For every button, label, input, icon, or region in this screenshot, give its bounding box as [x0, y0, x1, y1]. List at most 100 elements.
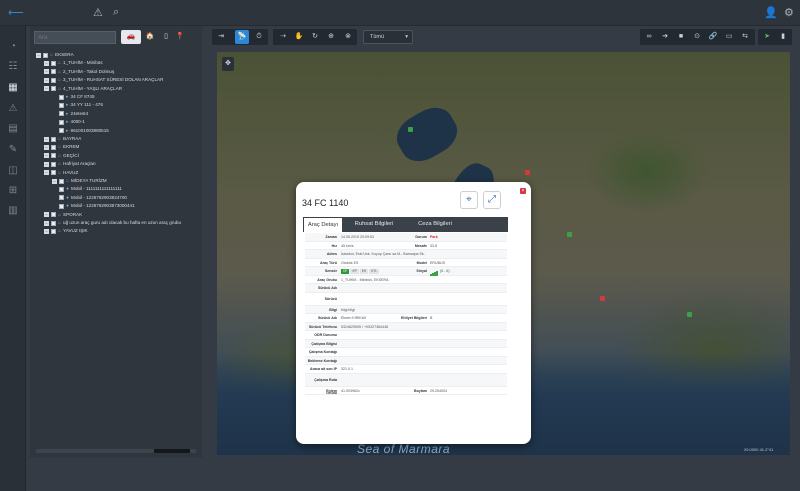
tree-checkbox[interactable]: [51, 86, 56, 92]
vehicle-filter-dropdown[interactable]: Tümü ▾: [363, 30, 413, 44]
vehicle-marker[interactable]: [687, 312, 692, 317]
tree-item[interactable]: − ⌂ Hafriyat Araçları: [44, 160, 96, 168]
tree-item[interactable]: − ⌂ 1_TUHİM - Minibüs: [44, 59, 103, 67]
tree-checkbox[interactable]: [51, 212, 56, 218]
tree-checkbox[interactable]: [51, 153, 56, 159]
link-button[interactable]: ∞: [642, 30, 656, 44]
share-link-button[interactable]: 🔗: [706, 30, 720, 44]
expand-toggle-icon[interactable]: −: [44, 220, 49, 226]
tree-checkbox[interactable]: [59, 119, 64, 125]
expand-toggle-icon[interactable]: −: [44, 77, 49, 83]
tree-checkbox[interactable]: [59, 128, 64, 134]
filter-location-button[interactable]: 📍: [170, 30, 190, 44]
tree-item[interactable]: ● Mobil - 1226782903824700: [52, 194, 127, 202]
route-tool-button[interactable]: ⇢: [276, 30, 290, 44]
swap-button[interactable]: ⇆: [738, 30, 752, 44]
live-tracking-button[interactable]: 📡: [235, 30, 249, 44]
expand-toggle-icon[interactable]: −: [44, 144, 49, 150]
pan-hand-button[interactable]: ✋: [292, 30, 306, 44]
expand-toggle-icon[interactable]: −: [44, 60, 49, 66]
tree-checkbox[interactable]: [51, 77, 56, 83]
tree-item[interactable]: ▸ 34 YY 111 - 476: [52, 101, 103, 109]
expand-toggle-icon[interactable]: −: [44, 69, 49, 75]
zone-add-button[interactable]: ⊕: [324, 30, 338, 44]
tree-item[interactable]: − ⌂ YAVUZ IŞIK: [44, 227, 88, 235]
back-arrow-icon[interactable]: ⟵: [8, 6, 24, 19]
tree-checkbox[interactable]: [43, 52, 48, 58]
tree-checkbox[interactable]: [51, 161, 56, 167]
direction-button[interactable]: ➔: [658, 30, 672, 44]
tree-item[interactable]: ▸ 24etest4: [52, 110, 88, 118]
expand-toggle-icon[interactable]: −: [44, 228, 49, 234]
tree-checkbox[interactable]: [59, 186, 64, 192]
filter-car-button[interactable]: 🚗: [121, 30, 141, 44]
fullscreen-button[interactable]: ▮: [776, 30, 790, 44]
grid-icon[interactable]: ⊞: [5, 184, 21, 198]
alert-icon[interactable]: ⚠: [5, 102, 21, 116]
tree-checkbox[interactable]: [51, 60, 56, 66]
tree-checkbox[interactable]: [59, 94, 64, 100]
tab-penalty-info[interactable]: Ceza Bilgileri: [405, 217, 465, 232]
table-icon[interactable]: ▥: [5, 204, 21, 218]
tab-vehicle-detail[interactable]: Araç Detayı: [303, 217, 343, 232]
collapse-panel-button[interactable]: ⇥: [214, 30, 228, 44]
report-icon[interactable]: ▤: [5, 122, 21, 136]
tree-item[interactable]: − ⌂ MİDEYA TURİZM: [52, 177, 107, 185]
target-button[interactable]: ⊙: [690, 30, 704, 44]
tree-checkbox[interactable]: [59, 178, 64, 184]
tool-icon[interactable]: ✎: [5, 143, 21, 157]
tree-item[interactable]: − ⌂ EKSERA: [36, 51, 74, 59]
tree-item[interactable]: ▸ 34 CF 8745: [52, 93, 95, 101]
expand-toggle-icon[interactable]: −: [44, 153, 49, 159]
navigate-button[interactable]: ➤: [760, 30, 774, 44]
tree-checkbox[interactable]: [51, 170, 56, 176]
tree-item[interactable]: − ⌂ EKREM: [44, 143, 79, 151]
dashboard-icon[interactable]: ◔: [5, 40, 21, 54]
tree-item[interactable]: − ⌂ 4_TUHİM - YAŞLI ARAÇLAR: [44, 85, 122, 93]
user-icon[interactable]: 👤: [764, 6, 778, 19]
expand-button[interactable]: ⤢: [483, 191, 501, 209]
warning-icon[interactable]: ⚠: [93, 6, 103, 19]
vehicle-marker[interactable]: [408, 127, 413, 132]
expand-toggle-icon[interactable]: −: [44, 161, 49, 167]
history-clock-button[interactable]: ⏱: [252, 30, 266, 44]
expand-toggle-icon[interactable]: −: [44, 136, 49, 142]
tree-checkbox[interactable]: [59, 102, 64, 108]
vehicle-marker[interactable]: [525, 170, 530, 175]
tree-horizontal-scrollbar[interactable]: [36, 449, 196, 453]
tree-item[interactable]: ▸ 4000-1: [52, 118, 85, 126]
expand-toggle-icon[interactable]: −: [44, 212, 49, 218]
scrollbar-thumb[interactable]: [154, 449, 190, 453]
tree-item[interactable]: ● Mobil - 1226782903873000441: [52, 202, 135, 210]
tree-checkbox[interactable]: [51, 144, 56, 150]
vehicle-marker[interactable]: [600, 296, 605, 301]
package-icon[interactable]: ◫: [5, 164, 21, 178]
frame-button[interactable]: ▭: [722, 30, 736, 44]
vehicle-search-input[interactable]: [34, 31, 116, 44]
tree-checkbox[interactable]: [51, 228, 56, 234]
close-icon[interactable]: ×: [520, 188, 526, 194]
vehicle-marker[interactable]: [567, 232, 572, 237]
expand-toggle-icon[interactable]: −: [44, 170, 49, 176]
tree-item[interactable]: − ⌂ 2_TUHİM - Takol Dolmuş: [44, 68, 114, 76]
tree-item[interactable]: − ⌂ SPORAK: [44, 211, 82, 219]
tree-checkbox[interactable]: [59, 203, 64, 209]
tree-item[interactable]: − ⌂ BAYRAA: [44, 135, 81, 143]
map-icon[interactable]: ▦: [5, 81, 21, 95]
expand-toggle-icon[interactable]: −: [36, 52, 41, 58]
tree-item[interactable]: ● Mobil - 1111111111111111: [52, 185, 122, 193]
tab-license-info[interactable]: Ruhsat Bilgileri: [343, 217, 405, 232]
refresh-button[interactable]: ↻: [308, 30, 322, 44]
map-zoom-control[interactable]: ✥: [222, 57, 234, 71]
tree-checkbox[interactable]: [59, 195, 64, 201]
tree-checkbox[interactable]: [51, 69, 56, 75]
tree-checkbox[interactable]: [51, 136, 56, 142]
zone-remove-button[interactable]: ⊗: [341, 30, 355, 44]
list-icon[interactable]: ☷: [5, 60, 21, 74]
tree-checkbox[interactable]: [59, 111, 64, 117]
tree-item[interactable]: ▸ 861001003880515: [52, 127, 109, 135]
tree-item[interactable]: − ⌂ GEÇİCİ: [44, 152, 79, 160]
search-icon[interactable]: ⌕: [113, 6, 119, 19]
tree-item[interactable]: − ⌂ 3_TUHİM - RUHSAT SÜRESİ DOLAN ARAÇLAR: [44, 76, 163, 84]
stop-button[interactable]: ■: [674, 30, 688, 44]
